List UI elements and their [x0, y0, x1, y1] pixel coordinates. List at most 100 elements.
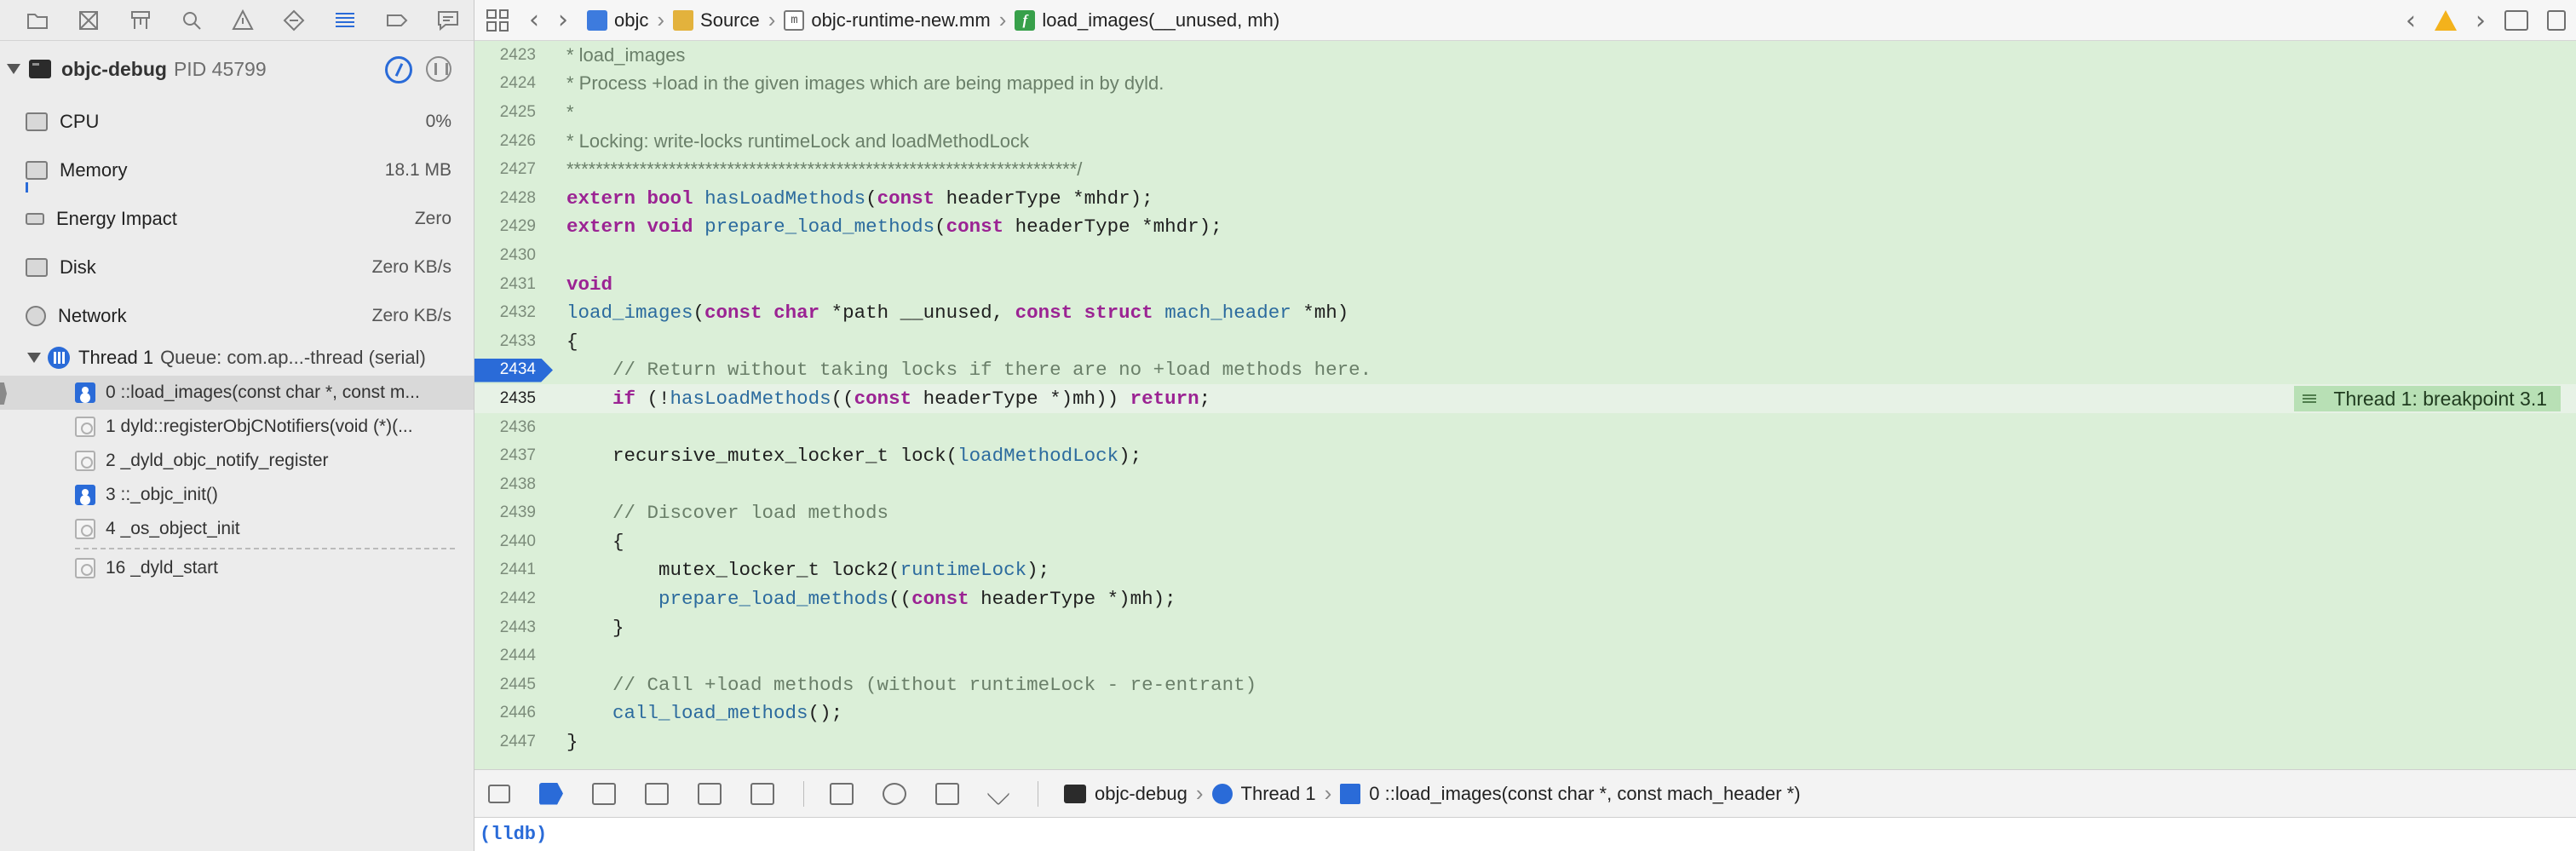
symbol-navigator-tab[interactable] [114, 0, 165, 41]
warning-icon[interactable] [2435, 10, 2457, 31]
step-into-icon[interactable] [698, 782, 722, 805]
line-number[interactable]: 2447 [474, 733, 541, 751]
code-line[interactable]: 2429 extern void prepare_load_methods(con… [474, 213, 2576, 242]
disclosure-triangle-icon[interactable] [7, 64, 20, 74]
line-number[interactable]: 2435 [474, 389, 541, 408]
code-line[interactable]: 2423 * load_images [474, 41, 2576, 70]
memory-graph-icon[interactable] [883, 782, 906, 805]
simulate-location-icon[interactable] [986, 781, 1010, 806]
disclosure-triangle-icon[interactable] [27, 353, 41, 363]
line-number[interactable]: 2446 [474, 704, 541, 722]
gauge-network[interactable]: Network Zero KB/s [0, 291, 474, 340]
stack-frame[interactable]: 16 _dyld_start [0, 551, 474, 585]
view-process-by-thread-icon[interactable] [385, 56, 412, 83]
gauge-energy[interactable]: Energy Impact Zero [0, 194, 474, 243]
line-number[interactable]: 2424 [474, 74, 541, 93]
environment-overrides-icon[interactable] [935, 782, 959, 805]
breadcrumb-file[interactable]: m objc-runtime-new.mm [784, 9, 991, 32]
report-navigator-tab[interactable] [423, 0, 474, 41]
gauge-disk[interactable]: Disk Zero KB/s [0, 243, 474, 291]
process-row[interactable]: objc-debug PID 45799 [0, 41, 474, 97]
stack-frame[interactable]: 2 _dyld_objc_notify_register [0, 444, 474, 478]
code-line[interactable]: 2440 { [474, 527, 2576, 556]
line-number[interactable]: 2440 [474, 532, 541, 551]
debug-breadcrumb-thread[interactable]: Thread 1 [1211, 783, 1316, 805]
gauge-cpu[interactable]: CPU 0% [0, 97, 474, 146]
lldb-console[interactable]: (lldb) [474, 818, 2576, 851]
code-line[interactable]: 2443 } [474, 613, 2576, 642]
line-number[interactable]: 2442 [474, 589, 541, 608]
code-line[interactable]: 2430 [474, 241, 2576, 270]
issue-navigator-tab[interactable] [217, 0, 268, 41]
line-number[interactable]: 2443 [474, 618, 541, 637]
code-line[interactable]: 2435 if (! hasLoadMethods((const headerTy… [474, 384, 2576, 413]
line-number[interactable]: 2425 [474, 103, 541, 122]
code-line[interactable]: 2424 * Process +load in the given images … [474, 70, 2576, 99]
editor-options-icon[interactable] [2504, 10, 2528, 31]
forward-chevron-icon[interactable]: › [558, 5, 568, 35]
code-line[interactable]: 2433 { [474, 327, 2576, 356]
line-number[interactable]: 2431 [474, 275, 541, 294]
back-chevron-icon[interactable]: ‹ [529, 5, 539, 35]
line-number[interactable]: 2429 [474, 217, 541, 236]
step-out-icon[interactable] [750, 782, 774, 805]
code-line[interactable]: 2446 call_load_methods (); [474, 699, 2576, 728]
continue-icon[interactable] [592, 782, 616, 805]
code-line[interactable]: 2439 // Discover load methods [474, 499, 2576, 528]
debug-navigator-tab[interactable] [319, 0, 371, 41]
breakpoint-badge[interactable]: Thread 1: breakpoint 3.1 [2294, 386, 2561, 412]
code-line[interactable]: 2428 extern bool hasLoadMethods(const hea… [474, 184, 2576, 213]
hide-debug-area-icon[interactable] [488, 784, 510, 803]
step-over-icon[interactable] [645, 782, 669, 805]
code-line[interactable]: 2445 // Call +load methods (without runt… [474, 670, 2576, 699]
breadcrumb-function[interactable]: f load_images(__unused, mh) [1015, 9, 1279, 32]
stack-frame[interactable]: 3 ::_objc_init() [0, 478, 474, 512]
code-line[interactable]: 2432 load_images(const char *path __unuse… [474, 298, 2576, 327]
line-number[interactable]: 2439 [474, 503, 541, 522]
test-navigator-tab[interactable] [268, 0, 319, 41]
line-number[interactable]: 2436 [474, 418, 541, 437]
gauge-memory[interactable]: Memory 18.1 MB [0, 146, 474, 194]
add-editor-icon[interactable] [2547, 10, 2566, 31]
debug-view-hierarchy-icon[interactable] [830, 782, 854, 805]
code-line[interactable]: 2438 [474, 470, 2576, 499]
line-number[interactable]: 2433 [474, 332, 541, 351]
debug-breadcrumb-frame[interactable]: 0 ::load_images(const char *, const mach… [1340, 783, 1801, 805]
line-number[interactable]: 2426 [474, 132, 541, 151]
related-items-grid-icon[interactable] [486, 9, 509, 32]
line-number[interactable]: 2444 [474, 647, 541, 665]
line-number[interactable]: 2432 [474, 303, 541, 322]
line-number[interactable]: 2423 [474, 46, 541, 65]
line-number[interactable]: 2434 [474, 360, 541, 379]
next-issue-chevron-icon[interactable]: › [2475, 6, 2486, 36]
breadcrumb-folder[interactable]: Source [673, 9, 760, 32]
thread-row[interactable]: Thread 1 Queue: com.ap...-thread (serial… [0, 340, 474, 376]
code-line[interactable]: 2425 * [474, 98, 2576, 127]
code-line[interactable]: 2431 void [474, 270, 2576, 299]
line-number[interactable]: 2441 [474, 561, 541, 579]
code-line[interactable]: 2426 * Locking: write-locks runtimeLock a… [474, 127, 2576, 156]
previous-issue-chevron-icon[interactable]: ‹ [2406, 6, 2416, 36]
line-number[interactable]: 2437 [474, 446, 541, 465]
code-line[interactable]: 2434 // Return without taking locks if t… [474, 356, 2576, 385]
code-area[interactable]: 2423 * load_images 2424 * Process +load in … [474, 41, 2576, 769]
breakpoints-active-icon[interactable] [539, 782, 563, 805]
project-navigator-tab[interactable] [12, 0, 63, 41]
breadcrumb-project[interactable]: objc [587, 9, 648, 32]
line-number[interactable]: 2445 [474, 676, 541, 694]
debug-breadcrumb-process[interactable]: objc-debug [1064, 783, 1187, 805]
code-line[interactable]: 2427 ************************************… [474, 155, 2576, 184]
code-line[interactable]: 2442 prepare_load_methods((const headerT… [474, 584, 2576, 613]
pause-process-icon[interactable] [426, 56, 451, 82]
stack-frame[interactable]: 0 ::load_images(const char *, const m... [0, 376, 474, 410]
line-number[interactable]: 2428 [474, 189, 541, 208]
code-line[interactable]: 2444 [474, 641, 2576, 670]
stack-frame[interactable]: 4 _os_object_init [0, 512, 474, 546]
code-line[interactable]: 2441 mutex_locker_t lock2(runtimeLock); [474, 556, 2576, 585]
stack-frame[interactable]: 1 dyld::registerObjCNotifiers(void (*)(.… [0, 410, 474, 444]
line-number[interactable]: 2430 [474, 246, 541, 265]
code-line[interactable]: 2437 recursive_mutex_locker_t lock(loadM… [474, 441, 2576, 470]
line-number[interactable]: 2438 [474, 475, 541, 494]
source-control-tab[interactable] [63, 0, 114, 41]
code-line[interactable]: 2447} [474, 727, 2576, 756]
